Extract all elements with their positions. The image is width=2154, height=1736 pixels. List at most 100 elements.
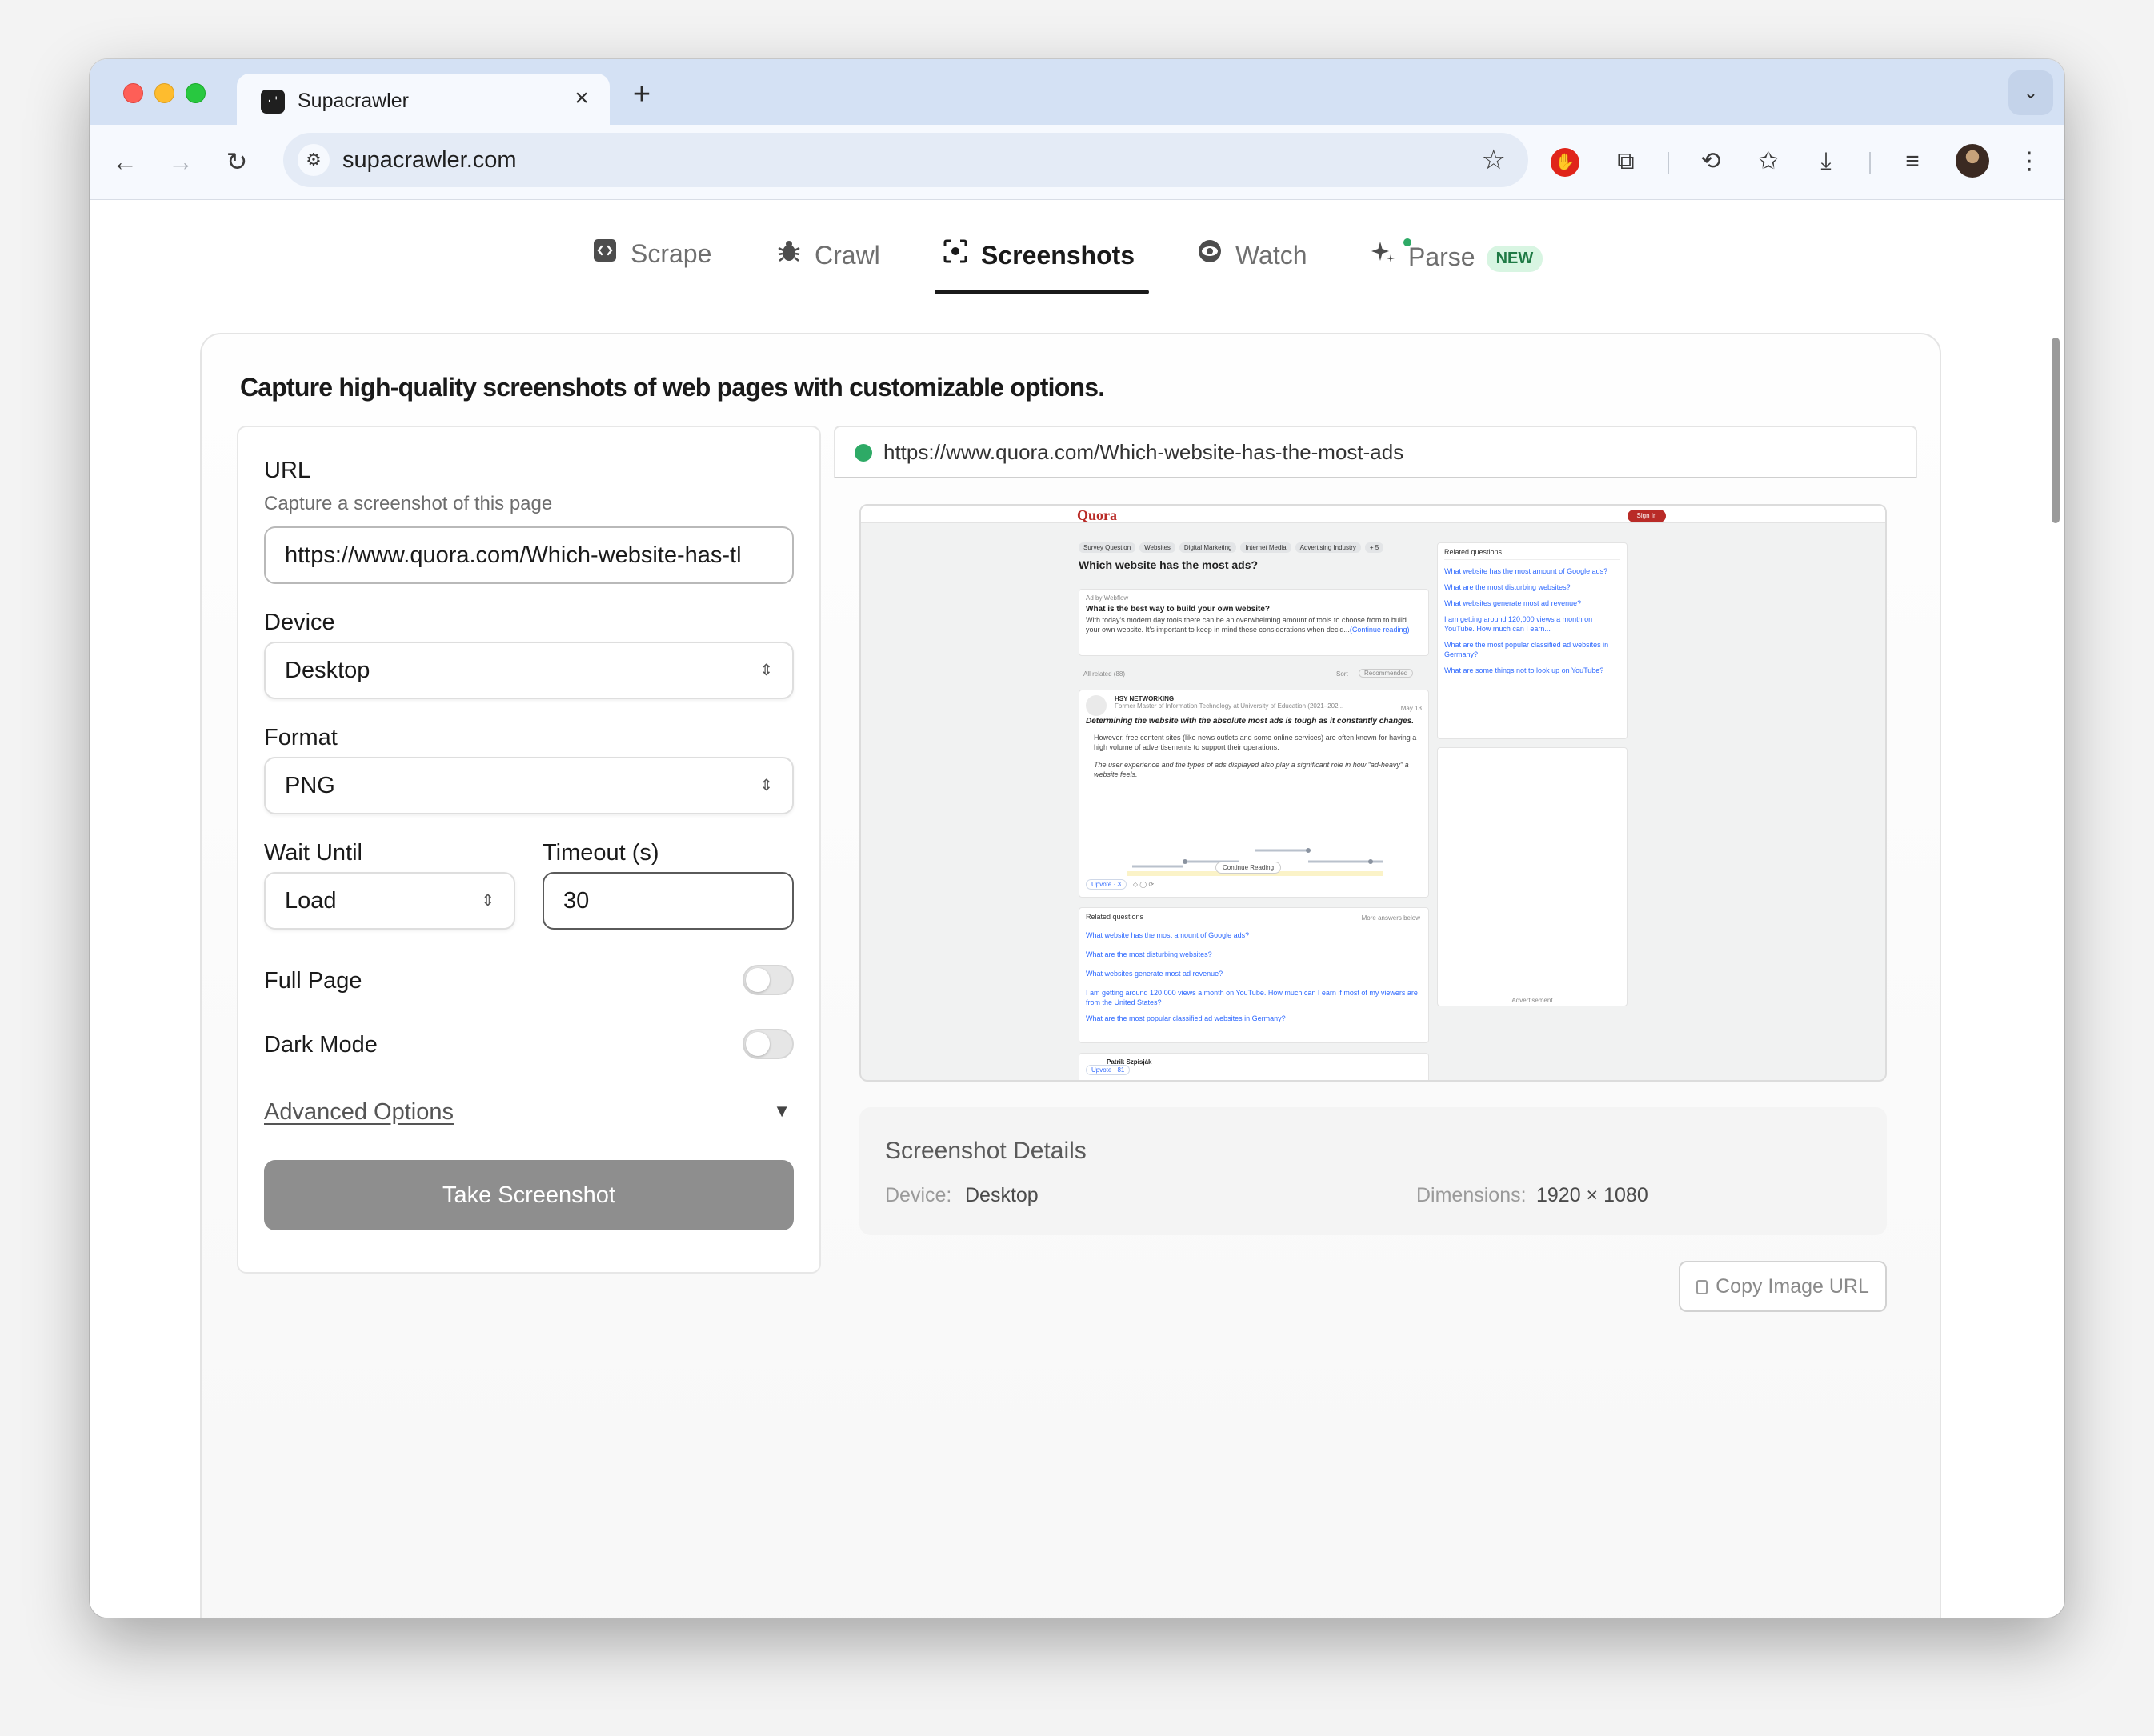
supacrawler-favicon-icon: ·': [261, 90, 285, 114]
answer-lead: Determining the website with the absolut…: [1086, 717, 1415, 726]
reading-list-star-icon[interactable]: ✩: [1748, 141, 1789, 182]
url-help-text: Capture a screenshot of this page: [264, 493, 553, 514]
tab-watch[interactable]: Watch: [1195, 238, 1307, 278]
page-content: Scrape Crawl Screenshots Watch Parse NEW…: [90, 200, 2064, 1618]
more-answers: More answers below: [1361, 914, 1420, 922]
side-heading: Related questions: [1444, 548, 1620, 560]
extensions-puzzle-icon[interactable]: ⧉: [1605, 141, 1647, 182]
profile-avatar[interactable]: [1956, 144, 1989, 178]
related-link: What website has the most amount of Goog…: [1086, 931, 1250, 939]
tab-crawl[interactable]: Crawl: [775, 238, 880, 278]
media-controls-icon[interactable]: ≡: [1892, 141, 1933, 182]
screenshot-image[interactable]: Quora Sign In Survey Question Websites Dig…: [859, 504, 1887, 1082]
details-title: Screenshot Details: [885, 1138, 1087, 1164]
tab-scrape-label: Scrape: [631, 239, 712, 268]
code-icon: [591, 238, 619, 269]
quora-ad-slot: Advertisement: [1437, 747, 1628, 1006]
upvote-chip: Upvote · 81: [1086, 1065, 1131, 1075]
wait-until-select[interactable]: Load ⇕: [264, 872, 515, 930]
history-icon[interactable]: ⟲: [1690, 141, 1732, 182]
ad-continue: (Continue reading): [1349, 626, 1410, 634]
topic-chip: Internet Media: [1240, 542, 1291, 553]
quora-ad: Ad by Webflow What is the best way to bu…: [1079, 589, 1429, 656]
device-val: Desktop: [965, 1184, 1039, 1206]
answer-credential: Former Master of Information Technology …: [1115, 702, 1344, 710]
page-title: Capture high-quality screenshots of web …: [240, 373, 1105, 402]
page-scrollbar[interactable]: [2052, 338, 2060, 523]
url-input[interactable]: https://www.quora.com/Which-website-has-…: [264, 526, 794, 584]
recommended-select: Recommended: [1359, 669, 1414, 678]
bug-icon: [775, 238, 803, 270]
address-bar[interactable]: ⚙ supacrawler.com ☆: [283, 133, 1528, 187]
advanced-options-link[interactable]: Advanced Options: [264, 1099, 454, 1126]
tab-title: Supacrawler: [298, 90, 409, 112]
upvote-chip: Upvote · 3: [1086, 879, 1127, 890]
screenshot-card: Capture high-quality screenshots of web …: [200, 333, 1941, 1618]
kebab-menu-icon[interactable]: ⋮: [2008, 141, 2050, 182]
timeout-input[interactable]: 30: [543, 872, 794, 930]
maximize-window-button[interactable]: [186, 83, 206, 103]
tab-close-icon[interactable]: ×: [568, 85, 595, 112]
tab-scrape[interactable]: Scrape: [591, 238, 711, 278]
forward-arrow-icon[interactable]: →: [160, 141, 202, 182]
chevron-updown-icon: ⇕: [481, 892, 494, 910]
bookmark-star-icon[interactable]: ☆: [1482, 142, 1506, 178]
related-link: What are the most popular classified ad …: [1086, 1014, 1286, 1022]
sort-label: Sort: [1336, 670, 1348, 678]
related-link: What are the most disturbing websites?: [1086, 950, 1212, 958]
screenshot-preview: https://www.quora.com/Which-website-has-…: [834, 426, 1917, 1618]
take-screenshot-button[interactable]: Take Screenshot: [264, 1160, 794, 1230]
browser-toolbar: ← → ↻ ⚙ supacrawler.com ☆ ✋ ⧉ ⟲ ✩ ⤓ ≡ ⋮: [90, 125, 2064, 200]
continue-reading-button: Continue Reading: [1215, 862, 1282, 874]
device-select[interactable]: Desktop ⇕: [264, 642, 794, 699]
caret-down-icon[interactable]: ▼: [773, 1101, 791, 1122]
answer-action-icons: ◇ ◯ ⟳: [1132, 881, 1155, 888]
answer-actions: Upvote · 3 ◇ ◯ ⟳: [1086, 879, 1154, 890]
download-icon[interactable]: ⤓: [1805, 141, 1847, 182]
tab-search-chevron-icon[interactable]: ⌄: [2008, 70, 2053, 115]
format-value: PNG: [285, 773, 335, 798]
related-link: What websites generate most ad revenue?: [1086, 970, 1223, 978]
reload-icon[interactable]: ↻: [216, 141, 258, 182]
adblock-extension-icon[interactable]: ✋: [1544, 141, 1586, 182]
screenshot-form: URL Capture a screenshot of this page ht…: [237, 426, 821, 1274]
eye-icon: [1195, 238, 1224, 270]
title-bar: ·' Supacrawler × + ⌄: [90, 59, 2064, 126]
tab-parse[interactable]: Parse NEW: [1368, 238, 1543, 278]
format-label: Format: [264, 725, 338, 750]
back-arrow-icon[interactable]: ←: [104, 141, 146, 182]
format-select[interactable]: PNG ⇕: [264, 757, 794, 814]
active-tab-indicator: [935, 290, 1149, 294]
copy-image-url-button[interactable]: Copy Image URL: [1679, 1261, 1887, 1312]
side-link: What are the most disturbing websites?: [1444, 583, 1571, 591]
dimensions-key: Dimensions:: [1416, 1184, 1527, 1206]
new-tab-button[interactable]: +: [624, 77, 659, 112]
quora-second-answer: Patrik Szpisják Upvote · 81: [1079, 1053, 1429, 1080]
dark-mode-label: Dark Mode: [264, 1032, 378, 1058]
tab-watch-label: Watch: [1235, 241, 1307, 270]
chevron-updown-icon: ⇕: [759, 662, 773, 679]
side-link: What website has the most amount of Goog…: [1444, 567, 1608, 575]
screenshot-details: Screenshot Details Device: Desktop Dimen…: [859, 1107, 1887, 1235]
dark-mode-toggle[interactable]: [743, 1029, 794, 1059]
side-link: What are some things not to look up on Y…: [1444, 666, 1604, 674]
tab-screenshots[interactable]: Screenshots: [941, 238, 1135, 278]
quora-question: Which website has the most ads?: [1079, 558, 1259, 571]
close-window-button[interactable]: [123, 83, 143, 103]
status-indicator: [855, 444, 872, 462]
topic-chip: Websites: [1139, 542, 1175, 553]
wait-until-value: Load: [285, 888, 337, 914]
quora-answer: HSY NETWORKING Former Master of Informat…: [1079, 690, 1429, 898]
sparkles-icon: [1368, 238, 1397, 272]
browser-tab[interactable]: ·' Supacrawler ×: [237, 74, 610, 126]
side-link: What websites generate most ad revenue?: [1444, 599, 1582, 607]
preview-url: https://www.quora.com/Which-website-has-…: [883, 440, 1404, 464]
feature-tabs: Scrape Crawl Screenshots Watch Parse NEW: [90, 200, 2064, 301]
address-url[interactable]: supacrawler.com: [342, 147, 517, 174]
side-link: I am getting around 120,000 views a mont…: [1444, 615, 1593, 633]
dimensions-val: 1920 × 1080: [1536, 1184, 1648, 1206]
full-page-toggle[interactable]: [743, 965, 794, 995]
ad-text: With today's modern day tools there can …: [1086, 615, 1422, 634]
minimize-window-button[interactable]: [154, 83, 174, 103]
site-settings-icon[interactable]: ⚙: [298, 144, 330, 176]
